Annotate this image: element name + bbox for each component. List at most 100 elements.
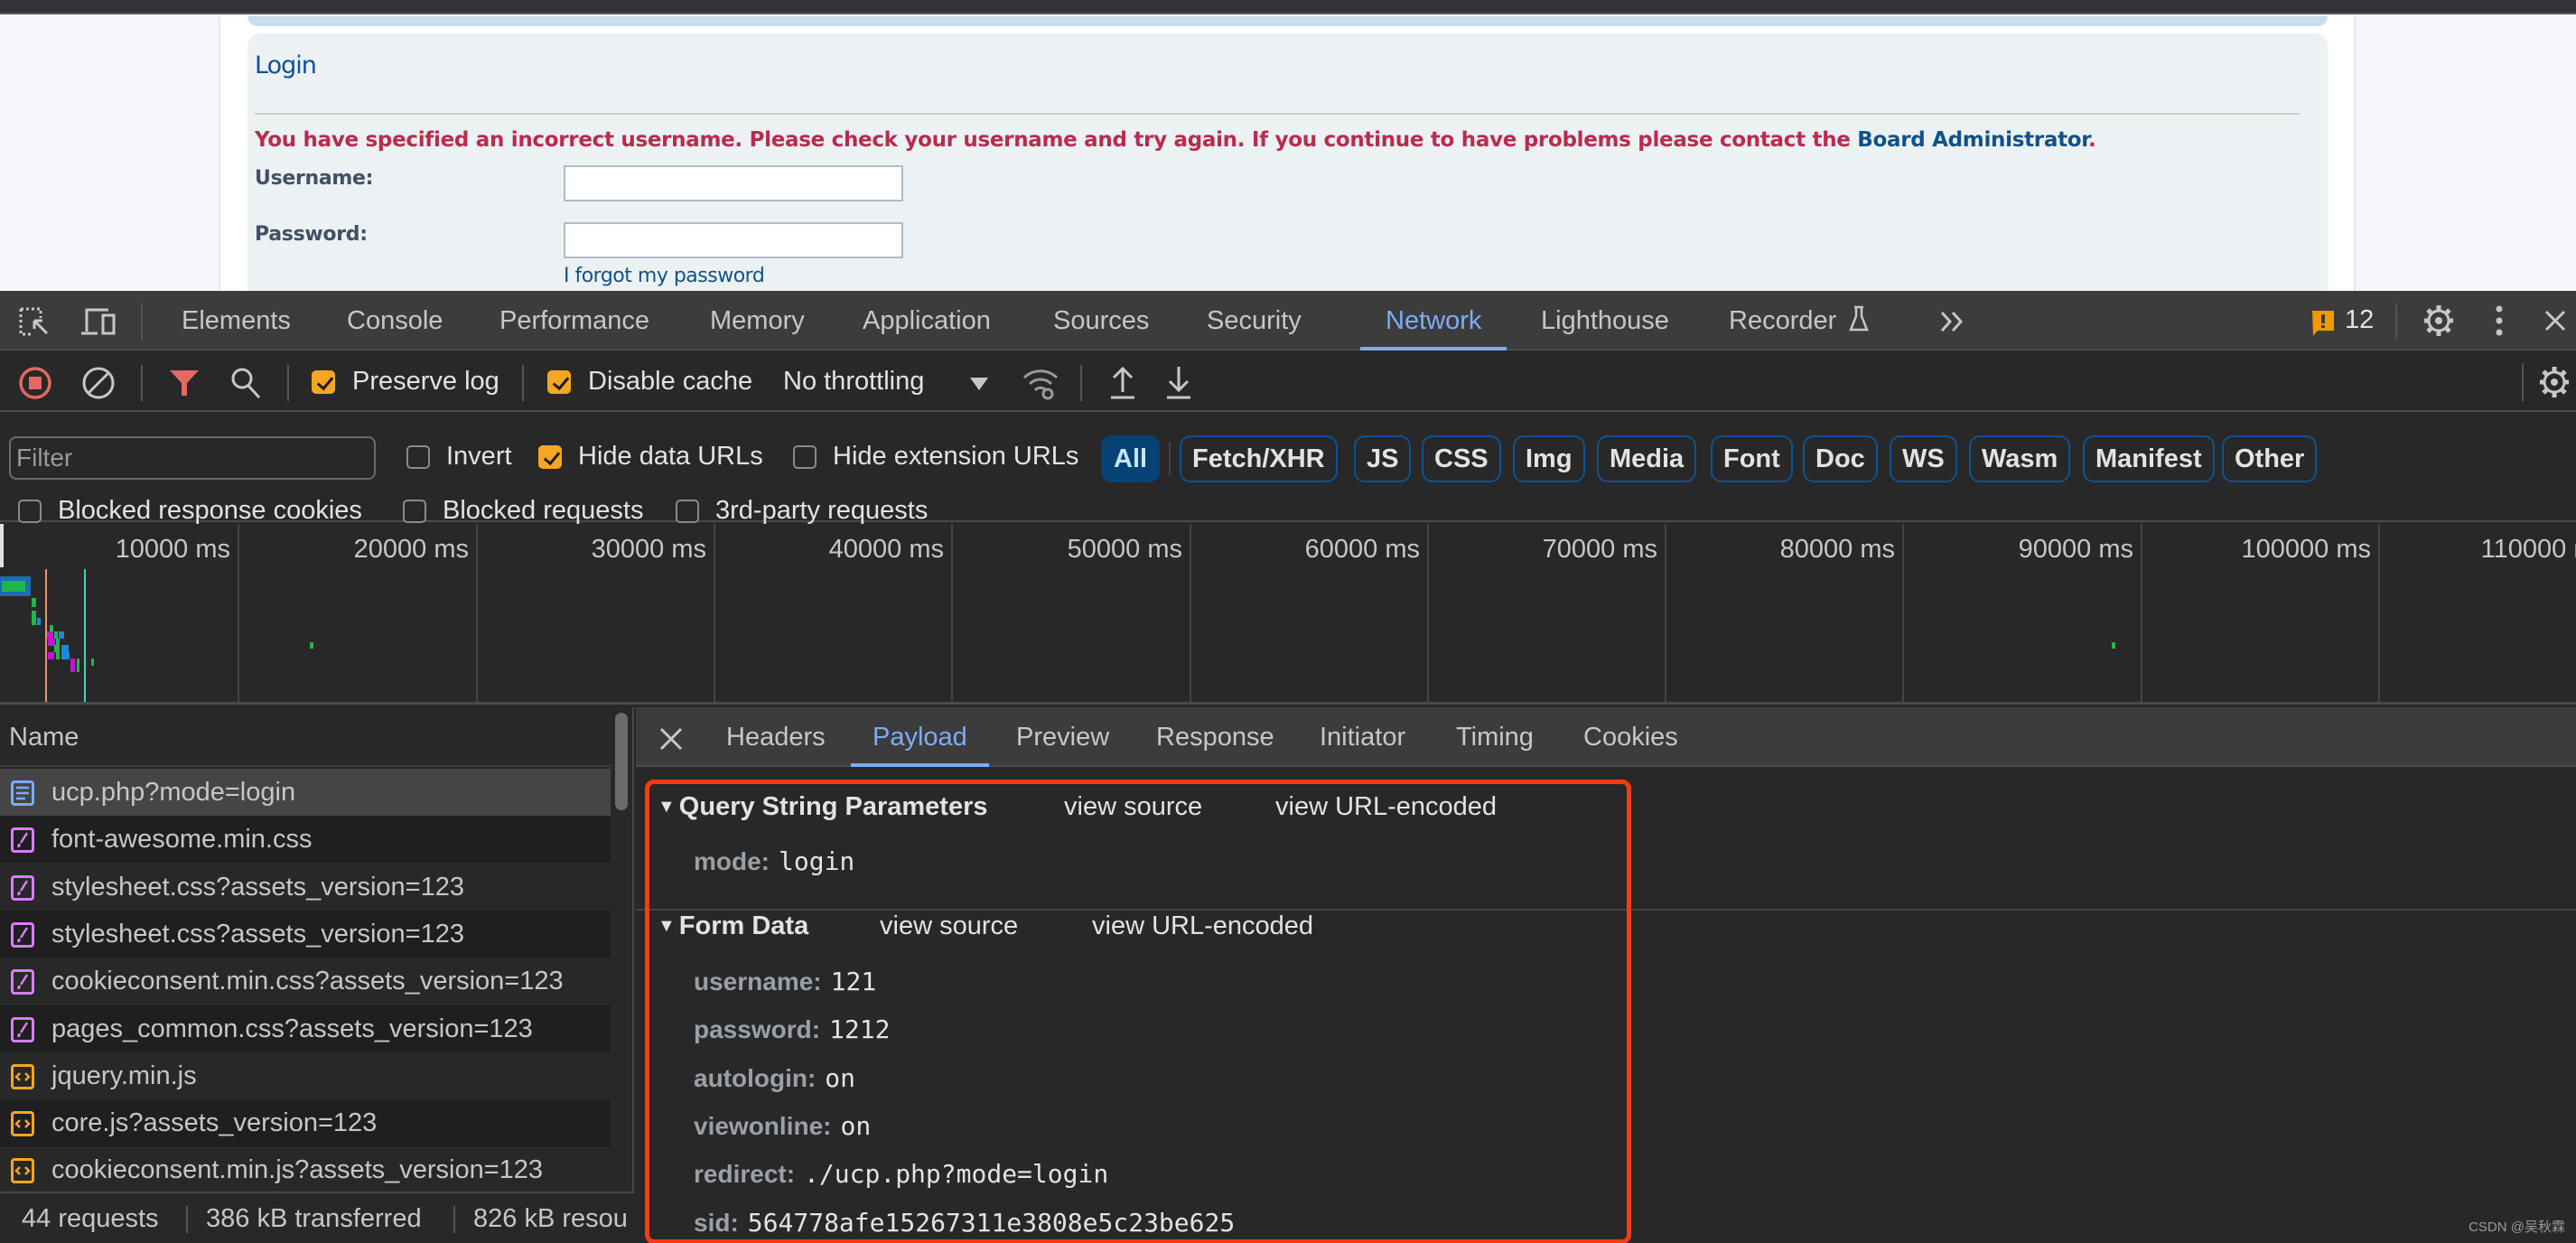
issues-icon[interactable] <box>2312 311 2334 336</box>
waterfall-bar <box>310 642 313 649</box>
blocked-requests-label[interactable]: Blocked requests <box>443 496 643 526</box>
request-row[interactable]: jquery.min.js <box>0 1051 611 1099</box>
filter-funnel-icon[interactable] <box>170 369 199 397</box>
request-row[interactable]: stylesheet.css?assets_version=123 <box>0 863 611 911</box>
more-tabs-icon[interactable] <box>1938 309 1965 334</box>
password-input[interactable] <box>564 222 903 258</box>
issues-count[interactable]: 12 <box>2345 305 2374 335</box>
network-conditions-icon[interactable] <box>1022 367 1059 401</box>
tab-console[interactable]: Console <box>347 291 443 350</box>
type-filter-ws[interactable]: WS <box>1890 435 1957 482</box>
preserve-log-label[interactable]: Preserve log <box>352 367 499 397</box>
blocked-response-cookies-checkbox[interactable] <box>18 500 42 523</box>
tab-lighthouse[interactable]: Lighthouse <box>1541 291 1669 350</box>
network-status-bar: 44 requests 386 kB transferred 826 kB re… <box>0 1192 634 1243</box>
stylesheet-file-icon <box>11 874 34 901</box>
stop-recording-icon[interactable] <box>18 366 52 400</box>
type-filter-media[interactable]: Media <box>1597 435 1697 482</box>
invert-checkbox[interactable] <box>406 445 430 469</box>
device-toolbar-icon[interactable] <box>81 306 117 337</box>
request-row[interactable]: stylesheet.css?assets_version=123 <box>0 910 611 958</box>
tab-sources[interactable]: Sources <box>1053 291 1149 350</box>
name-column-header[interactable]: Name <box>0 707 611 767</box>
tab-elements[interactable]: Elements <box>182 291 291 350</box>
tab-performance[interactable]: Performance <box>499 291 649 350</box>
close-detail-icon[interactable] <box>659 727 683 751</box>
username-input[interactable] <box>564 165 903 201</box>
type-filter-js[interactable]: JS <box>1354 435 1412 482</box>
tab-memory[interactable]: Memory <box>710 291 805 350</box>
type-filter-fetch-xhr[interactable]: Fetch/XHR <box>1180 435 1338 482</box>
request-row[interactable]: ucp.php?mode=login <box>0 769 611 816</box>
invert-label[interactable]: Invert <box>446 442 512 472</box>
network-settings-gear-icon[interactable] <box>2538 365 2571 399</box>
type-filter-manifest[interactable]: Manifest <box>2083 435 2215 482</box>
blocked-response-cookies-label[interactable]: Blocked response cookies <box>58 496 362 526</box>
hide-extension-urls-checkbox[interactable] <box>793 445 817 469</box>
type-filter-other[interactable]: Other <box>2222 435 2318 482</box>
hide-data-urls-label[interactable]: Hide data URLs <box>578 442 763 472</box>
tab-recorder[interactable]: Recorder <box>1729 291 1870 350</box>
type-filter-doc[interactable]: Doc <box>1803 435 1878 482</box>
username-label: Username: <box>255 167 374 190</box>
separator <box>1080 365 1082 401</box>
timeline-tick-label: 60000 ms <box>1304 535 1420 564</box>
tab-headers[interactable]: Headers <box>726 707 826 767</box>
export-har-icon[interactable] <box>1165 365 1192 399</box>
type-filter-font[interactable]: Font <box>1711 435 1793 482</box>
network-overview-timeline[interactable]: 10000 ms 20000 ms 30000 ms 40000 ms 50000 ms… <box>0 524 2576 705</box>
tab-network[interactable]: Network <box>1359 291 1507 350</box>
hide-data-urls-checkbox[interactable] <box>538 445 562 469</box>
inspect-element-icon[interactable] <box>18 306 51 337</box>
throttling-select[interactable]: No throttling <box>783 367 924 397</box>
close-devtools-icon[interactable] <box>2543 309 2567 332</box>
page-top-bar <box>0 0 2576 14</box>
separator <box>2522 363 2524 401</box>
tab-initiator[interactable]: Initiator <box>1320 707 1405 767</box>
request-name: stylesheet.css?assets_version=123 <box>51 872 465 902</box>
disable-cache-checkbox[interactable] <box>547 370 571 394</box>
third-party-requests-checkbox[interactable] <box>676 500 699 523</box>
login-title: Login <box>255 51 317 79</box>
tab-preview[interactable]: Preview <box>1016 707 1109 767</box>
tab-payload[interactable]: Payload <box>851 707 989 767</box>
timeline-tick-label: 50000 ms <box>1067 535 1182 564</box>
type-filter-css[interactable]: CSS <box>1422 435 1501 482</box>
tab-cookies[interactable]: Cookies <box>1583 707 1678 767</box>
tab-security[interactable]: Security <box>1207 291 1302 350</box>
board-administrator-link[interactable]: Board Administrator <box>1857 128 2088 152</box>
search-icon[interactable] <box>230 367 261 399</box>
annotation-highlight-box <box>645 780 1631 1243</box>
more-options-icon[interactable] <box>2495 305 2504 336</box>
tab-timing[interactable]: Timing <box>1456 707 1534 767</box>
type-filter-wasm[interactable]: Wasm <box>1969 435 2071 482</box>
request-name: pages_common.css?assets_version=123 <box>51 1014 533 1043</box>
clear-icon[interactable] <box>81 366 116 400</box>
tab-application[interactable]: Application <box>863 291 991 350</box>
chevron-down-icon[interactable] <box>970 378 988 390</box>
request-row[interactable]: core.js?assets_version=123 <box>0 1099 611 1147</box>
request-row[interactable]: cookieconsent.min.css?assets_version=123 <box>0 958 611 1005</box>
filter-input[interactable] <box>9 436 376 480</box>
devtools: Elements Console Performance Memory Appl… <box>0 291 2576 1243</box>
request-row[interactable]: pages_common.css?assets_version=123 <box>0 1005 611 1052</box>
overview-drag-handle[interactable] <box>0 524 4 567</box>
waterfall-bar <box>32 598 36 607</box>
type-filter-all[interactable]: All <box>1101 435 1161 482</box>
preserve-log-checkbox[interactable] <box>312 370 335 394</box>
hide-extension-urls-label[interactable]: Hide extension URLs <box>833 442 1078 472</box>
request-name: jquery.min.js <box>51 1061 197 1090</box>
forgot-password-link[interactable]: I forgot my password <box>564 265 765 287</box>
type-filter-img[interactable]: Img <box>1513 435 1585 482</box>
tab-response[interactable]: Response <box>1156 707 1274 767</box>
blocked-requests-checkbox[interactable] <box>403 500 426 523</box>
import-har-icon[interactable] <box>1109 365 1136 399</box>
request-row[interactable]: font-awesome.min.css <box>0 816 611 864</box>
request-row[interactable]: cookieconsent.min.js?assets_version=123 <box>0 1146 611 1194</box>
waterfall-bar <box>48 652 54 659</box>
waterfall-bar <box>61 645 69 652</box>
disable-cache-label[interactable]: Disable cache <box>588 367 752 397</box>
settings-gear-icon[interactable] <box>2422 304 2455 338</box>
request-list-scrollbar[interactable] <box>615 713 628 810</box>
third-party-requests-label[interactable]: 3rd-party requests <box>715 496 928 526</box>
